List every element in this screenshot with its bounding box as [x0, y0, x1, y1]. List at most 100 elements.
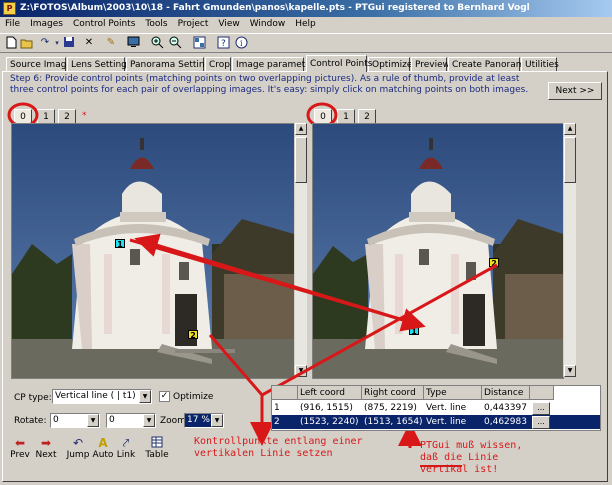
rotate-label: Rotate: [14, 416, 47, 426]
left-image-viewer[interactable]: 1 2 [11, 123, 295, 379]
zoom-value: 17 % [187, 415, 210, 425]
cp-type-select[interactable]: Vertical line ( | t1) ▼ [52, 389, 152, 404]
optimize-checkbox[interactable]: ✓ [159, 391, 170, 402]
tab-preview[interactable]: Preview [411, 57, 450, 71]
control-point-marker-1[interactable]: 1 [409, 326, 419, 336]
left-chapel-photo [12, 124, 294, 378]
row-type: Vert. line [426, 403, 467, 413]
jump-icon: ↶ [72, 436, 84, 450]
right-image-tab-1[interactable]: 1 [337, 109, 355, 123]
screen-icon[interactable] [126, 36, 140, 50]
arrow-right-icon: ➡ [40, 436, 52, 450]
window-title: Z:\FOTOS\Album\2003\10\18 - Fahrt Gmunde… [20, 3, 530, 13]
table-icon [143, 436, 171, 450]
next-label: Next [35, 450, 57, 460]
table-row[interactable]: 1 (916, 1515) (875, 2219) Vert. line 0,4… [272, 401, 600, 415]
row-left-coord: (916, 1515) [300, 403, 353, 413]
save-icon[interactable] [62, 36, 76, 50]
jump-button[interactable]: ↶ Jump [64, 436, 92, 460]
link-button[interactable]: ⤤ Link [112, 436, 140, 460]
wand-icon[interactable]: ✎ [104, 36, 118, 50]
row-id: 1 [274, 403, 280, 413]
table-header-type[interactable]: Type [424, 386, 482, 400]
svg-text:?: ? [221, 39, 226, 49]
tab-utilities[interactable]: Utilities [521, 57, 559, 71]
menu-file[interactable]: File [0, 17, 25, 32]
table-header-action[interactable] [530, 386, 554, 400]
tab-source-images[interactable]: Source Images [6, 57, 77, 71]
table-header-left-coord[interactable]: Left coord [298, 386, 362, 400]
prev-label: Prev [10, 450, 30, 460]
rotate-left-select[interactable]: 0 ▼ [50, 413, 100, 428]
scroll-down-icon[interactable]: ▼ [564, 365, 576, 377]
help-icon[interactable]: ? [216, 36, 230, 50]
control-point-marker-2[interactable]: 2 [489, 258, 499, 268]
prev-button[interactable]: ⬅ Prev [6, 436, 34, 460]
scroll-thumb[interactable] [295, 137, 307, 183]
next-step-button[interactable]: Next >> [548, 82, 602, 100]
scroll-down-icon[interactable]: ▼ [295, 365, 307, 377]
new-icon[interactable] [4, 36, 18, 50]
zoom-in-icon[interactable] [150, 36, 164, 50]
table-row[interactable]: 2 (1523, 2240) (1513, 1654) Vert. line 0… [272, 415, 600, 429]
tab-lens-settings[interactable]: Lens Settings [67, 57, 132, 71]
row-distance: 0,443397 [484, 403, 527, 413]
open-icon[interactable] [20, 36, 34, 50]
delete-icon[interactable]: ✕ [82, 36, 96, 50]
tab-optimizer[interactable]: Optimizer [368, 57, 416, 71]
zoom-select[interactable]: 17 % ▼ [184, 413, 224, 428]
left-image-tab-2[interactable]: 2 [58, 109, 76, 123]
annotation-left: Kontrollpunkte entlang einer vertikalen … [194, 436, 363, 459]
scroll-up-icon[interactable]: ▲ [564, 123, 576, 135]
app-icon: P [3, 2, 16, 15]
tab-create-panorama[interactable]: Create Panorama [448, 57, 530, 71]
right-viewer-scrollbar[interactable]: ▲ ▼ [563, 123, 576, 377]
zoom-out-icon[interactable] [168, 36, 182, 50]
table-label: Table [145, 450, 169, 460]
rotate-right-select[interactable]: 0 ▼ [106, 413, 156, 428]
table-header-right-coord[interactable]: Right coord [362, 386, 424, 400]
menu-window[interactable]: Window [245, 17, 291, 32]
table-header-id[interactable] [272, 386, 298, 400]
arrow-left-icon: ⬅ [14, 436, 26, 450]
right-image-tab-2[interactable]: 2 [358, 109, 376, 123]
row-right-coord: (1513, 1654) [364, 417, 423, 427]
scroll-thumb[interactable] [564, 137, 576, 183]
panorama-editor-icon[interactable] [192, 36, 206, 50]
control-point-marker-2[interactable]: 2 [188, 330, 198, 340]
tab-control-points[interactable]: Control Points [306, 55, 372, 72]
tab-crop[interactable]: Crop [205, 57, 231, 71]
ptgui-window: P Z:\FOTOS\Album\2003\10\18 - Fahrt Gmun… [0, 0, 612, 485]
menu-images[interactable]: Images [25, 17, 68, 32]
menu-help[interactable]: Help [290, 17, 321, 32]
right-image-viewer[interactable]: 2 1 [312, 123, 564, 379]
chevron-down-icon[interactable]: ▼ [87, 414, 99, 427]
left-viewer-scrollbar[interactable]: ▲ ▼ [294, 123, 307, 377]
row-edit-button[interactable]: ... [532, 402, 550, 415]
toolbar: ↷ ▾ ✕ ✎ ? i [0, 33, 612, 53]
control-points-table: Left coord Right coord Type Distance 1 (… [271, 385, 601, 431]
info-icon[interactable]: i [234, 36, 248, 50]
chevron-down-icon[interactable]: ▼ [211, 414, 223, 427]
chevron-down-icon[interactable]: ▼ [139, 390, 151, 403]
tab-strip: Source Images Lens Settings Panorama Set… [0, 55, 612, 72]
menu-project[interactable]: Project [173, 17, 214, 32]
row-left-coord: (1523, 2240) [300, 417, 359, 427]
rotate-left-value: 0 [53, 415, 59, 425]
row-right-coord: (875, 2219) [364, 403, 417, 413]
control-point-marker-1[interactable]: 1 [115, 239, 125, 249]
table-button[interactable]: Table [143, 436, 171, 460]
tab-panorama-settings[interactable]: Panorama Settings [126, 57, 215, 71]
chevron-down-icon[interactable]: ▼ [143, 414, 155, 427]
menu-view[interactable]: View [213, 17, 244, 32]
optimize-label: Optimize [173, 392, 214, 402]
menu-control-points[interactable]: Control Points [68, 17, 140, 32]
row-edit-button[interactable]: ... [532, 416, 550, 429]
scroll-up-icon[interactable]: ▲ [295, 123, 307, 135]
cp-type-label: CP type: [14, 393, 52, 403]
next-button[interactable]: ➡ Next [32, 436, 60, 460]
instruction-text: Step 6: Provide control points (matching… [10, 74, 529, 95]
menu-tools[interactable]: Tools [140, 17, 172, 32]
tab-image-parameters[interactable]: Image parameters [232, 57, 319, 71]
table-header-distance[interactable]: Distance [482, 386, 530, 400]
